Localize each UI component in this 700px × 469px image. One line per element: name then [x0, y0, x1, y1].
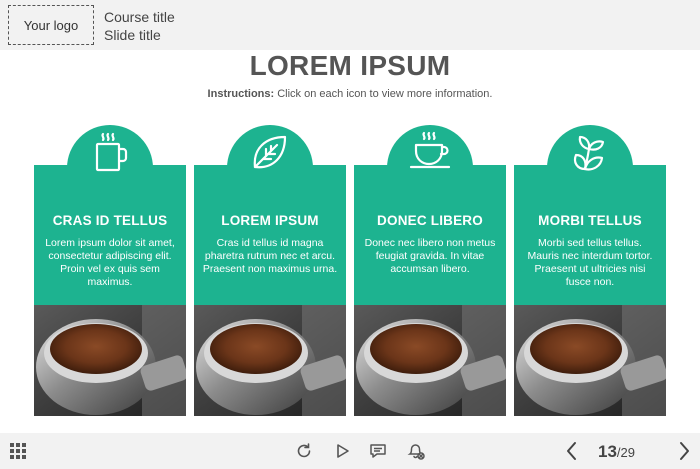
- card-text: Donec nec libero non metus feugiat gravi…: [364, 237, 496, 275]
- next-slide-button[interactable]: [674, 441, 694, 461]
- bottom-toolbar: 13/29: [0, 433, 700, 469]
- replay-icon[interactable]: [294, 441, 314, 461]
- coffee-mug-icon[interactable]: [87, 129, 133, 175]
- captions-icon[interactable]: [368, 441, 388, 461]
- instructions: Instructions: Click on each icon to view…: [0, 88, 700, 100]
- card-text: Lorem ipsum dolor sit amet, consectetur …: [45, 237, 175, 288]
- coffee-photo: [354, 305, 506, 416]
- card-body: [354, 165, 506, 305]
- current-page: 13: [598, 442, 617, 461]
- card-title: CRAS ID TELLUS: [52, 213, 168, 228]
- slide-title: Slide title: [104, 27, 161, 43]
- instructions-label: Instructions:: [207, 88, 275, 100]
- leaf-icon[interactable]: [247, 129, 293, 175]
- info-card[interactable]: CRAS ID TELLUS Lorem ipsum dolor sit ame…: [34, 125, 186, 416]
- notifications-off-icon[interactable]: [406, 441, 426, 461]
- play-icon[interactable]: [332, 441, 352, 461]
- coffee-photo: [194, 305, 346, 416]
- top-bar: Your logo Course title Slide title: [0, 0, 700, 50]
- info-card[interactable]: DONEC LIBERO Donec nec libero non metus …: [354, 125, 506, 416]
- card-title: LOREM IPSUM: [221, 213, 319, 228]
- course-title: Course title: [104, 9, 175, 25]
- info-card[interactable]: MORBI TELLUS Morbi sed tellus tellus. Ma…: [514, 125, 666, 416]
- page-title: LOREM IPSUM: [249, 50, 451, 81]
- instructions-text: Click on each icon to view more informat…: [274, 88, 493, 100]
- card-title: MORBI TELLUS: [538, 213, 642, 228]
- coffee-photo: [34, 305, 186, 416]
- card-title: DONEC LIBERO: [377, 213, 483, 228]
- tea-leaves-icon[interactable]: [567, 129, 613, 175]
- previous-slide-button[interactable]: [562, 441, 582, 461]
- coffee-cup-icon[interactable]: [407, 129, 453, 175]
- page-counter: 13/29: [598, 442, 635, 462]
- title-block: Course title Slide title: [104, 8, 175, 44]
- card-text: Morbi sed tellus tellus. Mauris nec inte…: [527, 237, 653, 288]
- coffee-photo: [514, 305, 666, 416]
- card-body: [194, 165, 346, 305]
- info-card[interactable]: LOREM IPSUM Cras id tellus id magna phar…: [194, 125, 346, 416]
- menu-grid-icon[interactable]: [8, 441, 28, 461]
- logo: Your logo: [8, 5, 94, 45]
- total-pages: /29: [616, 445, 635, 460]
- card-text: Cras id tellus id magna pharetra rutrum …: [202, 237, 338, 275]
